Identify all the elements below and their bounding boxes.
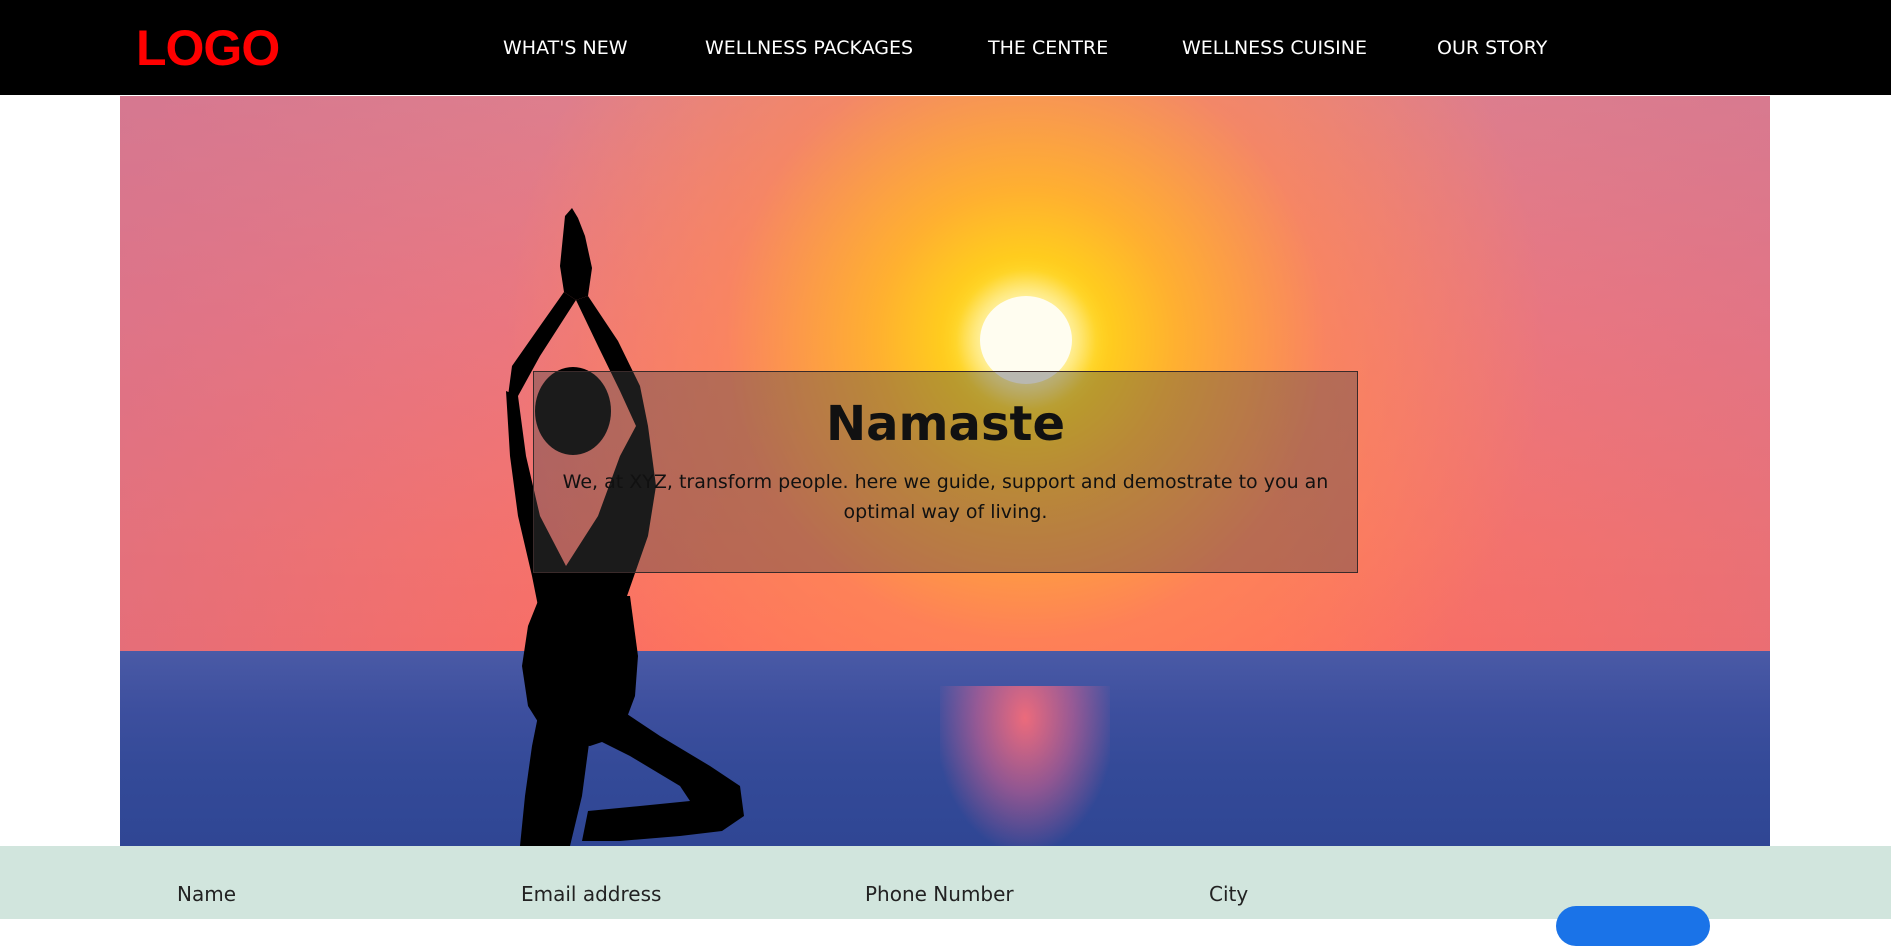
- nav-item-wellness-cuisine[interactable]: WELLNESS CUISINE: [1182, 36, 1367, 60]
- nav-item-whats-new[interactable]: WHAT'S NEW: [503, 36, 628, 60]
- name-label: Name: [177, 882, 237, 906]
- city-label: City: [1209, 882, 1249, 906]
- top-navbar: LOGO WHAT'S NEW WELLNESS PACKAGES THE CE…: [0, 0, 1891, 95]
- logo[interactable]: LOGO: [136, 18, 280, 78]
- hero-description: We, at XYZ, transform people. here we gu…: [562, 471, 1329, 523]
- submit-button[interactable]: [1556, 906, 1710, 946]
- nav-item-our-story[interactable]: OUR STORY: [1437, 36, 1547, 60]
- signup-form-strip: Name Email address Phone Number City: [0, 846, 1891, 946]
- welcome-overlay: Namaste We, at XYZ, transform people. he…: [533, 371, 1358, 573]
- nav-item-the-centre[interactable]: THE CENTRE: [988, 36, 1108, 60]
- nav-item-wellness-packages[interactable]: WELLNESS PACKAGES: [705, 36, 913, 60]
- phone-label: Phone Number: [865, 882, 1014, 906]
- email-label: Email address: [521, 882, 662, 906]
- hero-banner: Namaste We, at XYZ, transform people. he…: [120, 96, 1770, 846]
- hero-title: Namaste: [825, 396, 1066, 452]
